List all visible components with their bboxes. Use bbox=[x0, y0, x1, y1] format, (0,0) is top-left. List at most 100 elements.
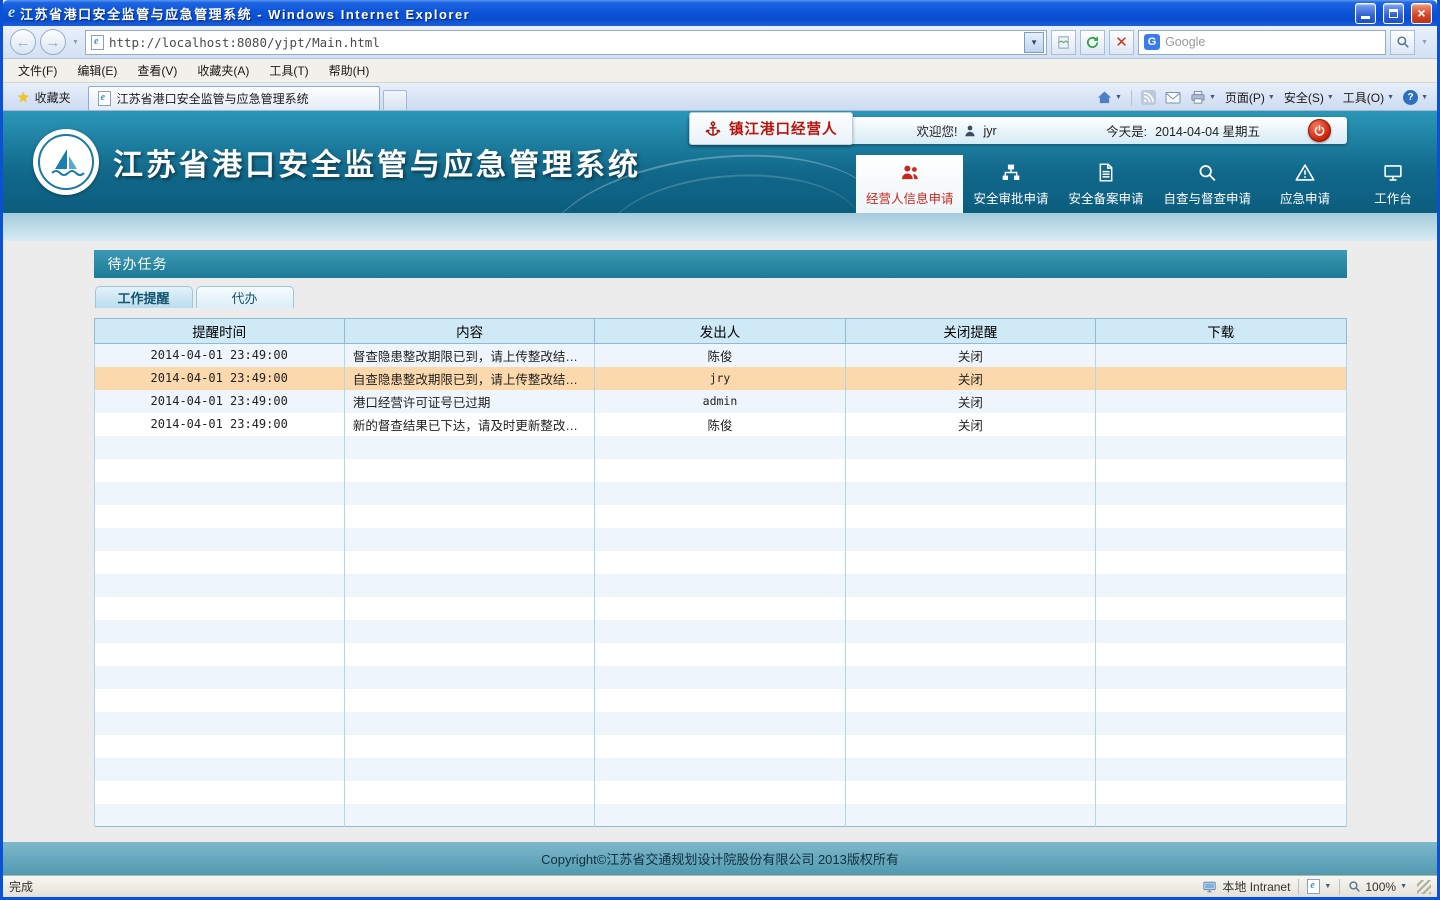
rss-icon bbox=[1141, 90, 1156, 105]
cell-time bbox=[94, 666, 344, 689]
page-zoom-shortcut[interactable]: ▼ bbox=[1307, 879, 1331, 894]
cell-close bbox=[845, 620, 1095, 643]
cell-sender bbox=[595, 712, 845, 735]
menu-item-edit[interactable]: 编辑(E) bbox=[68, 59, 126, 82]
url-dropdown-button[interactable]: ▼ bbox=[1024, 32, 1044, 53]
table-row-empty bbox=[94, 781, 1346, 804]
close-button[interactable]: × bbox=[1411, 3, 1432, 24]
cell-content bbox=[344, 436, 594, 459]
nav-item-operator-info[interactable]: 经营人信息申请 bbox=[856, 155, 964, 213]
computer-icon bbox=[1202, 880, 1217, 894]
menu-item-favorites[interactable]: 收藏夹(A) bbox=[188, 59, 258, 82]
status-bar: 完成 本地 Intranet ▼ 100% ▼ bbox=[3, 875, 1437, 897]
cell-time bbox=[94, 574, 344, 597]
cell-download bbox=[1096, 758, 1346, 781]
minimize-button[interactable] bbox=[1355, 3, 1376, 24]
cell-sender bbox=[595, 643, 845, 666]
cell-sender bbox=[595, 735, 845, 758]
refresh-button[interactable] bbox=[1080, 30, 1105, 55]
search-dropdown-button[interactable]: ▼ bbox=[1419, 39, 1430, 46]
todo-table-head: 提醒时间 内容 发出人 关闭提醒 下载 bbox=[94, 319, 1346, 344]
cell-close bbox=[845, 459, 1095, 482]
nav-item-safety-approval[interactable]: 安全审批申请 bbox=[963, 155, 1058, 213]
cell-content bbox=[344, 666, 594, 689]
cell-download bbox=[1096, 781, 1346, 804]
cell-content bbox=[344, 482, 594, 505]
menu-item-help[interactable]: 帮助(H) bbox=[320, 59, 379, 82]
stop-button[interactable]: ✕ bbox=[1109, 30, 1134, 55]
nav-item-label: 自查与督查申请 bbox=[1163, 188, 1251, 207]
cell-sender bbox=[595, 574, 845, 597]
tab-work-reminder[interactable]: 工作提醒 bbox=[95, 286, 193, 308]
back-button[interactable]: ← bbox=[10, 29, 36, 55]
role-badge[interactable]: 镇江港口经营人 bbox=[689, 112, 853, 145]
cell-close bbox=[845, 551, 1095, 574]
logout-button[interactable] bbox=[1308, 119, 1331, 142]
cell-download bbox=[1096, 482, 1346, 505]
table-row-empty bbox=[94, 689, 1346, 712]
mail-button[interactable] bbox=[1165, 91, 1181, 105]
safety-menu-button[interactable]: 安全(S) ▼ bbox=[1284, 89, 1334, 106]
google-logo-icon: G bbox=[1144, 34, 1160, 50]
tools-menu-button[interactable]: 工具(O) ▼ bbox=[1343, 89, 1394, 106]
menu-item-view[interactable]: 查看(V) bbox=[128, 59, 186, 82]
tab-delegate[interactable]: 代办 bbox=[196, 286, 294, 308]
menu-item-tools[interactable]: 工具(T) bbox=[260, 59, 317, 82]
table-row: 2014-04-01 23:49:00新的督查结果已下达，请及时更新整改结果陈俊… bbox=[94, 413, 1346, 436]
date-label: 今天是: bbox=[1106, 121, 1147, 140]
zoom-control[interactable]: 100% ▼ bbox=[1348, 880, 1407, 894]
cell-content bbox=[344, 620, 594, 643]
cell-sender: 陈俊 bbox=[595, 344, 845, 367]
cell-close[interactable]: 关闭 bbox=[845, 413, 1095, 436]
document-icon bbox=[1307, 879, 1320, 894]
menu-item-file[interactable]: 文件(F) bbox=[9, 59, 66, 82]
feeds-button[interactable] bbox=[1141, 90, 1156, 105]
resize-grip[interactable] bbox=[1417, 880, 1431, 894]
refresh-icon bbox=[1085, 35, 1100, 50]
date-value: 2014-04-04 星期五 bbox=[1155, 121, 1260, 140]
maximize-button[interactable] bbox=[1383, 3, 1404, 24]
url-input[interactable] bbox=[109, 35, 1019, 50]
cell-time bbox=[94, 689, 344, 712]
date-area: 今天是: 2014-04-04 星期五 bbox=[1106, 121, 1260, 140]
divider bbox=[1339, 879, 1340, 895]
cell-time: 2014-04-01 23:49:00 bbox=[94, 344, 344, 367]
panel-title-bar: 待办任务 bbox=[94, 250, 1347, 278]
favorites-label: 收藏夹 bbox=[35, 89, 71, 106]
cell-sender: admin bbox=[595, 390, 845, 413]
help-button[interactable]: ? ▼ bbox=[1403, 90, 1428, 105]
cell-time bbox=[94, 643, 344, 666]
cell-content: 督查隐患整改期限已到，请上传整改结果… bbox=[344, 344, 594, 367]
home-button[interactable]: ▼ bbox=[1097, 90, 1122, 105]
cell-sender bbox=[595, 482, 845, 505]
cell-content bbox=[344, 758, 594, 781]
page-menu-button[interactable]: 页面(P) ▼ bbox=[1225, 89, 1275, 106]
history-dropdown-button[interactable]: ▼ bbox=[70, 39, 81, 46]
cell-sender bbox=[595, 436, 845, 459]
cell-close[interactable]: 关闭 bbox=[845, 344, 1095, 367]
nav-item-self-check[interactable]: 自查与督查申请 bbox=[1153, 155, 1261, 213]
cell-close[interactable]: 关闭 bbox=[845, 390, 1095, 413]
compatibility-view-button[interactable] bbox=[1051, 30, 1076, 55]
cell-sender bbox=[595, 528, 845, 551]
search-go-button[interactable] bbox=[1390, 30, 1415, 55]
search-input[interactable] bbox=[1165, 35, 1383, 49]
cell-sender bbox=[595, 551, 845, 574]
cell-download bbox=[1096, 804, 1346, 827]
nav-item-safety-record[interactable]: 安全备案申请 bbox=[1058, 155, 1153, 213]
nav-item-emergency[interactable]: 应急申请 bbox=[1261, 155, 1349, 213]
column-header-content: 内容 bbox=[344, 319, 594, 344]
browser-tab[interactable]: 江苏省港口安全监管与应急管理系统 bbox=[88, 86, 380, 110]
nav-item-workbench[interactable]: 工作台 bbox=[1349, 155, 1437, 213]
forward-button[interactable]: → bbox=[40, 29, 66, 55]
cell-content bbox=[344, 689, 594, 712]
favorites-button[interactable]: ★ 收藏夹 bbox=[8, 85, 80, 110]
print-button[interactable]: ▼ bbox=[1190, 90, 1216, 105]
table-row-empty bbox=[94, 505, 1346, 528]
new-tab-stub[interactable] bbox=[383, 90, 407, 110]
cell-download bbox=[1096, 505, 1346, 528]
cell-close[interactable]: 关闭 bbox=[845, 367, 1095, 390]
cell-download bbox=[1096, 551, 1346, 574]
menu-bar: 文件(F) 编辑(E) 查看(V) 收藏夹(A) 工具(T) 帮助(H) bbox=[3, 59, 1437, 83]
cell-close bbox=[845, 666, 1095, 689]
